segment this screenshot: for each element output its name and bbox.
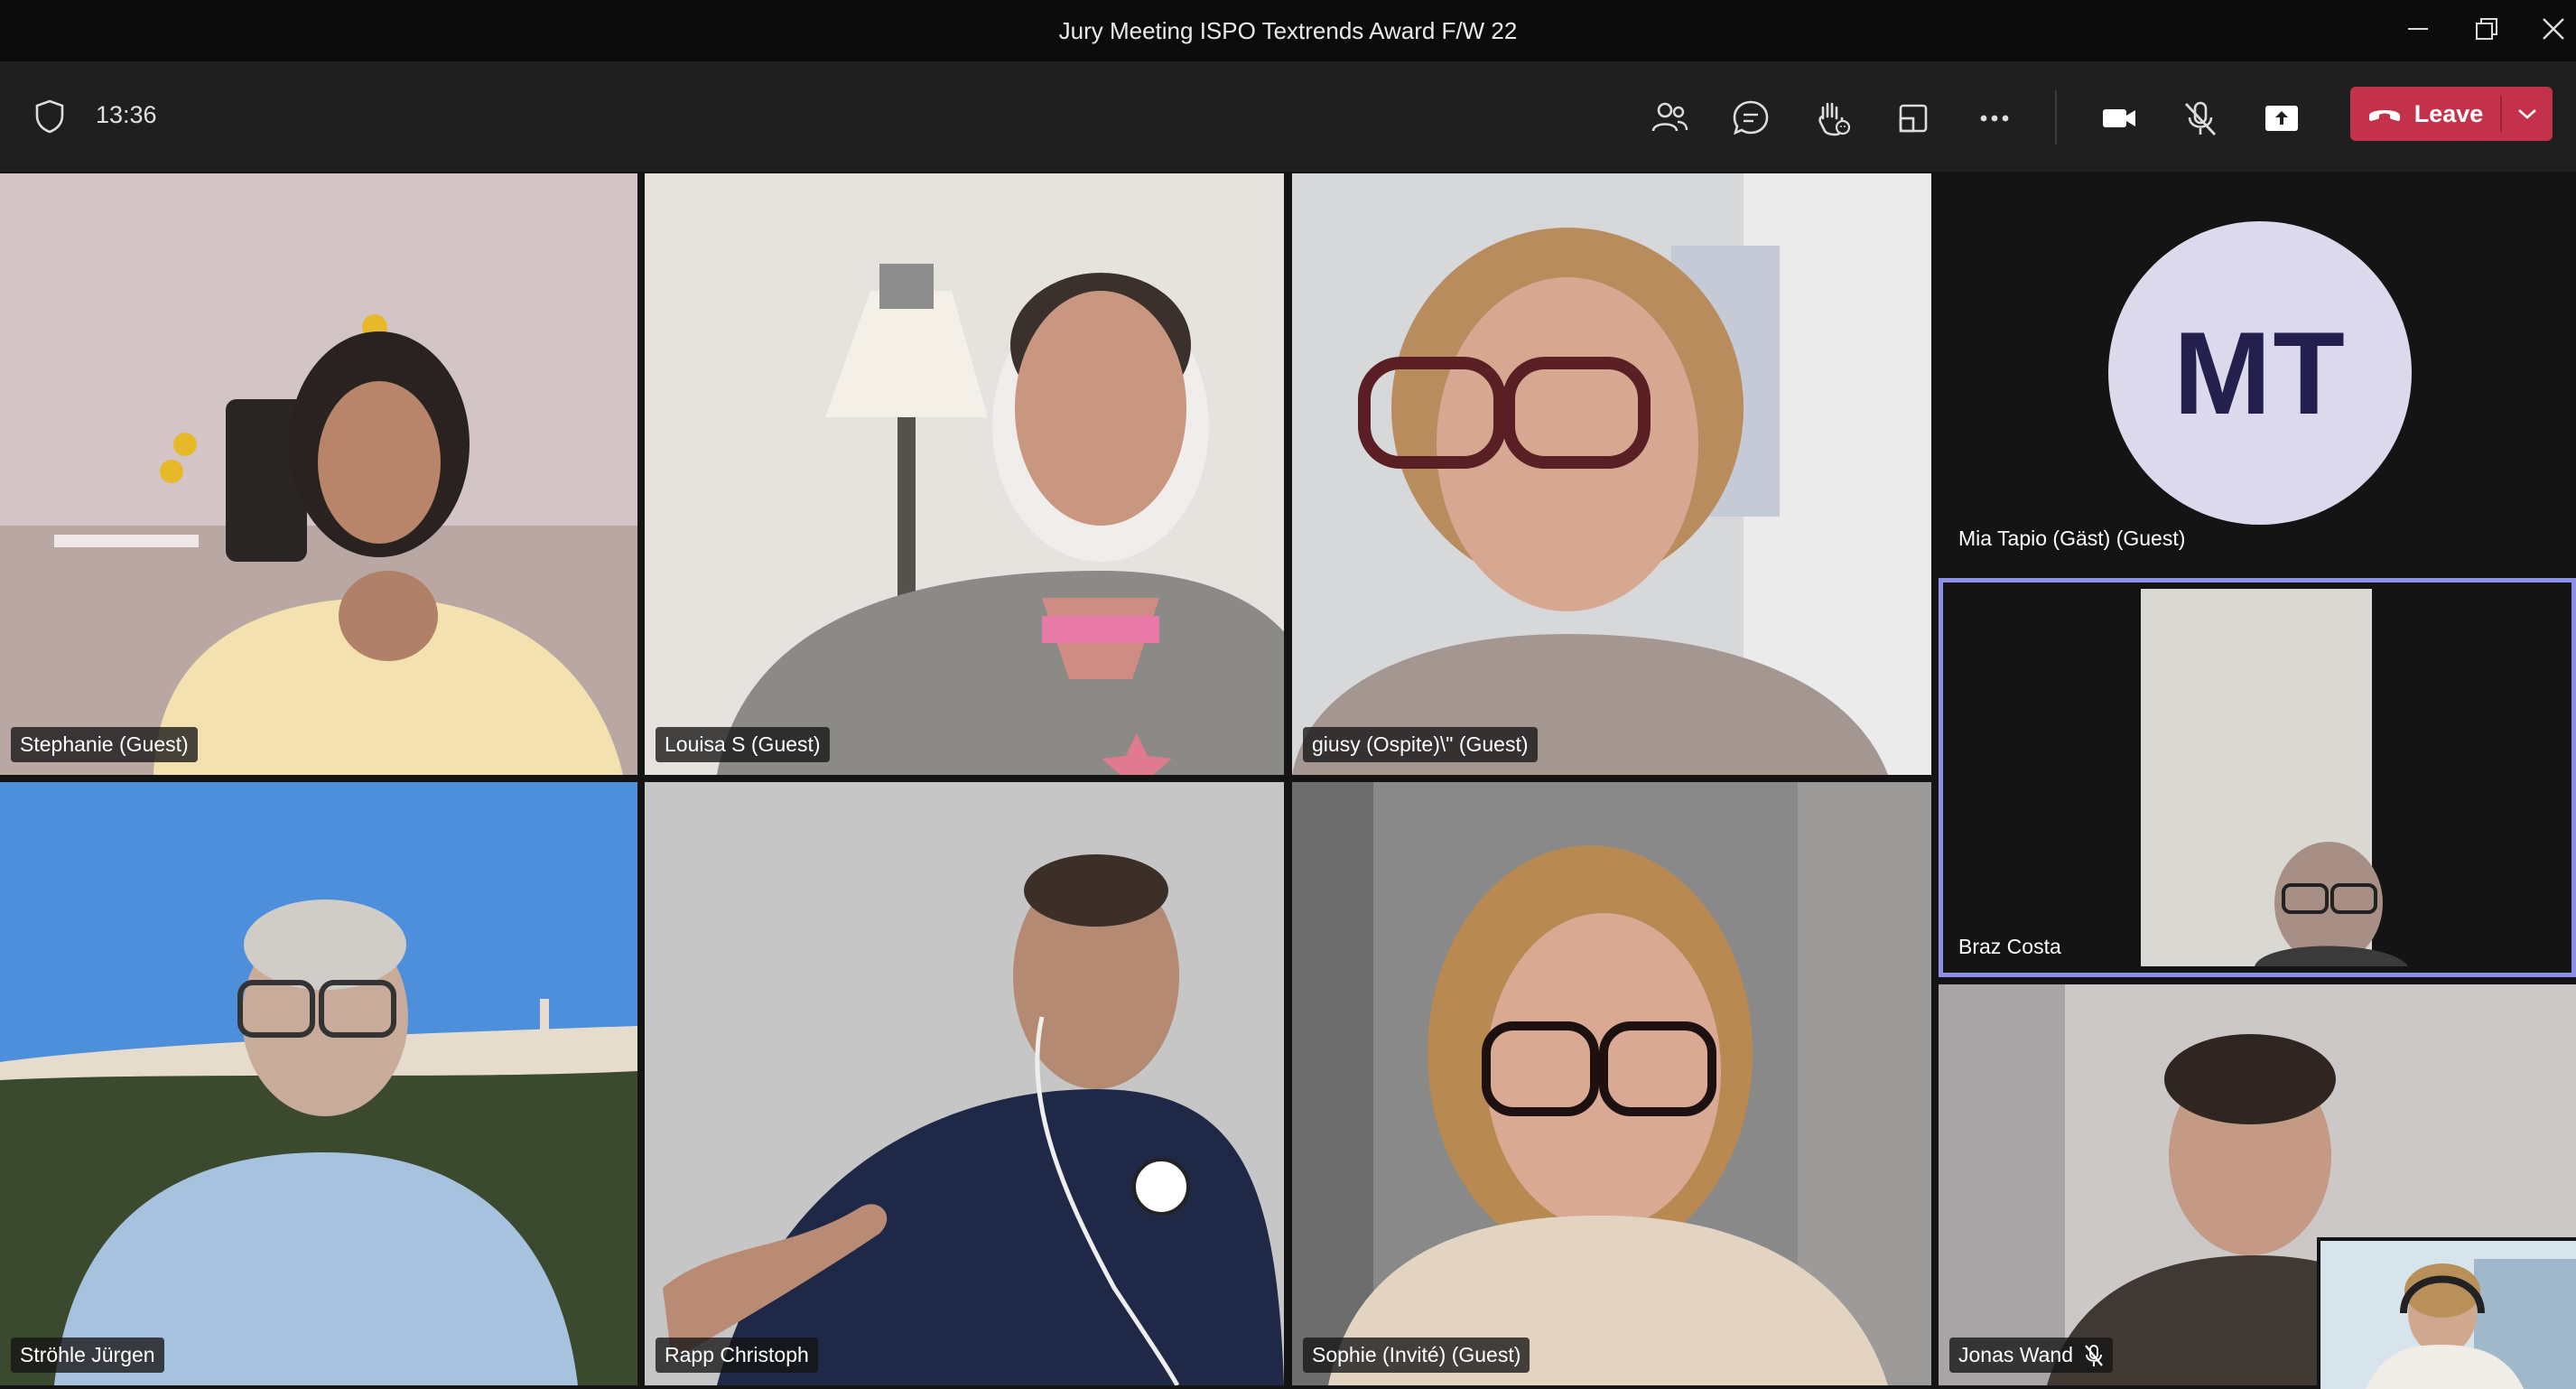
participant-name: Stephanie (Guest) <box>11 727 198 762</box>
participant-name: giusy (Ospite)\" (Guest) <box>1303 727 1538 762</box>
people-button[interactable] <box>1640 89 1699 148</box>
close-window-button[interactable] <box>2519 0 2576 58</box>
participant-name: Mia Tapio (Gäst) (Guest) <box>1949 521 2195 556</box>
share-screen-icon <box>2265 106 2298 131</box>
video-feed <box>0 173 637 775</box>
video-tile-stephanie[interactable]: Stephanie (Guest) <box>0 173 637 775</box>
meeting-toolbar: 13:36 Leave <box>0 61 2576 172</box>
video-tile-giusy[interactable]: giusy (Ospite)\" (Guest) <box>1292 173 1931 775</box>
minimize-icon <box>2408 28 2428 30</box>
leave-button-group: Leave <box>2350 87 2553 141</box>
mic-muted-icon <box>2085 1344 2103 1366</box>
mic-button[interactable] <box>2171 89 2230 148</box>
people-icon <box>1651 102 1688 132</box>
shield-icon[interactable] <box>34 99 65 134</box>
video-feed <box>645 782 1284 1385</box>
hang-up-icon <box>2368 110 2400 121</box>
meeting-timer: 13:36 <box>96 101 157 128</box>
avatar-initials: MT <box>2173 307 2347 439</box>
video-feed <box>2141 589 2408 966</box>
video-feed <box>1292 782 1931 1385</box>
avatar: MT <box>2108 221 2412 525</box>
chat-button[interactable] <box>1721 89 1781 148</box>
restore-icon <box>2476 18 2497 40</box>
chat-icon <box>1733 100 1769 135</box>
leave-options-button[interactable] <box>2502 87 2553 141</box>
participant-name: Jonas Wand <box>1949 1338 2113 1373</box>
title-bar: Jury Meeting ISPO Textrends Award F/W 22 <box>0 0 2576 61</box>
leave-button[interactable]: Leave <box>2350 87 2500 141</box>
video-tile-braz[interactable]: Braz Costa <box>1939 578 2576 977</box>
more-options-button[interactable] <box>1965 89 2024 148</box>
more-icon <box>1980 115 2009 122</box>
video-tile-louisa[interactable]: Louisa S (Guest) <box>645 173 1284 775</box>
view-button[interactable] <box>1883 89 1943 148</box>
chevron-down-icon <box>2518 109 2536 119</box>
video-feed <box>0 782 637 1385</box>
participant-name: Ströhle Jürgen <box>11 1338 164 1373</box>
raise-hand-icon <box>1818 102 1851 136</box>
video-feed <box>645 173 1284 775</box>
window-title: Jury Meeting ISPO Textrends Award F/W 22 <box>1058 17 1518 44</box>
leave-label: Leave <box>2413 99 2484 127</box>
participant-name: Louisa S (Guest) <box>656 727 830 762</box>
video-feed <box>2320 1241 2576 1389</box>
self-view-video[interactable] <box>2317 1237 2576 1389</box>
video-tile-rapp[interactable]: Rapp Christoph <box>645 782 1284 1385</box>
toolbar-divider <box>2055 90 2057 144</box>
participant-name: Braz Costa <box>1949 929 2070 965</box>
video-tile-sophie[interactable]: Sophie (Invité) (Guest) <box>1292 782 1931 1385</box>
share-screen-button[interactable] <box>2252 89 2311 148</box>
view-icon <box>1899 104 1928 133</box>
mic-off-icon <box>2184 101 2217 135</box>
video-tile-strohle[interactable]: Ströhle Jürgen <box>0 782 637 1385</box>
minimize-button[interactable] <box>2384 0 2452 58</box>
participant-name: Sophie (Invité) (Guest) <box>1303 1338 1530 1373</box>
raise-hand-button[interactable] <box>1802 89 1862 148</box>
participant-name: Rapp Christoph <box>656 1338 818 1373</box>
video-camera-icon <box>2103 109 2135 127</box>
video-feed <box>1292 173 1931 775</box>
restore-button[interactable] <box>2452 0 2521 58</box>
close-icon <box>2543 18 2564 40</box>
camera-button[interactable] <box>2089 89 2149 148</box>
